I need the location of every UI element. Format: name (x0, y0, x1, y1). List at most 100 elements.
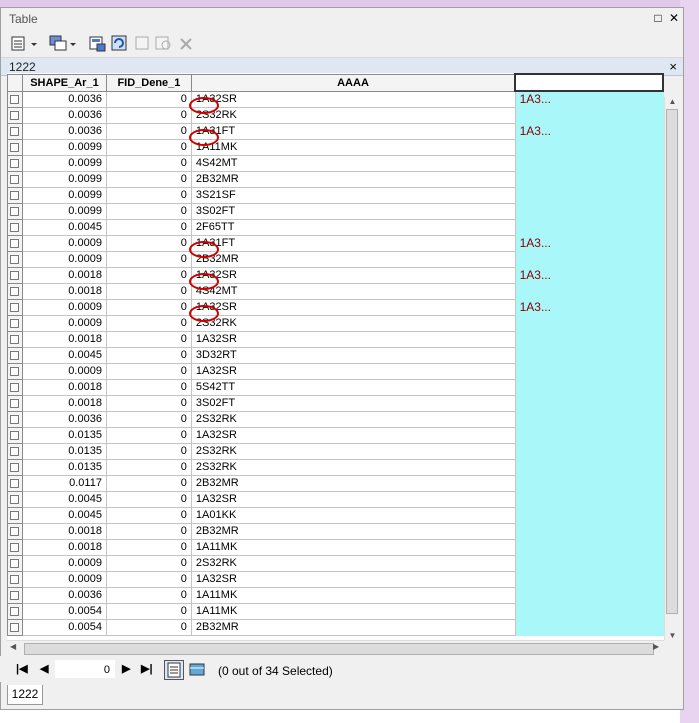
highlight-cell[interactable] (514, 410, 664, 428)
table-row[interactable]: 0.0045 0 1A01KK (7, 506, 664, 524)
table-row[interactable]: 0.0009 0 1A31FT 1A3... (7, 234, 664, 252)
table-cell[interactable]: 0 (105, 202, 192, 220)
table-cell[interactable]: 0.0009 (21, 570, 107, 588)
table-cell[interactable]: 0.0009 (21, 250, 107, 268)
table-cell[interactable]: 2S32RK (190, 442, 516, 460)
table-cell[interactable]: 0 (105, 394, 192, 412)
table-cell[interactable]: 0.0009 (21, 554, 107, 572)
table-row[interactable]: 0.0018 0 1A11MK (7, 538, 664, 556)
horizontal-scroll-thumb[interactable] (24, 643, 654, 655)
row-selector[interactable] (7, 394, 23, 412)
highlight-cell[interactable] (514, 170, 664, 188)
row-selector[interactable] (7, 314, 23, 332)
table-cell[interactable]: 1A31FT (190, 234, 516, 252)
bottom-table-tab[interactable]: 1222 (7, 685, 43, 705)
table-cell[interactable]: 0.0009 (21, 314, 107, 332)
next-record-icon[interactable]: ▶ (122, 662, 130, 675)
table-cell[interactable]: 0 (105, 330, 192, 348)
table-cell[interactable]: 0.0009 (21, 362, 107, 380)
table-cell[interactable]: 0 (105, 282, 192, 300)
table-row[interactable]: 0.0009 0 1A32SR (7, 570, 664, 588)
table-row[interactable]: 0.0117 0 2B32MR (7, 474, 664, 492)
table-cell[interactable]: 0 (105, 586, 192, 604)
table-cell[interactable]: 0 (105, 314, 192, 332)
table-cell[interactable]: 0.0099 (21, 186, 107, 204)
table-cell[interactable]: 1A11MK (190, 586, 516, 604)
table-cell[interactable]: 0.0117 (21, 474, 107, 492)
scroll-left-icon[interactable]: ◀ (10, 642, 16, 651)
table-cell[interactable]: 0 (105, 90, 192, 108)
table-cell[interactable]: 0 (105, 234, 192, 252)
table-cell[interactable]: 0 (105, 506, 192, 524)
table-cell[interactable]: 0.0099 (21, 154, 107, 172)
window-close-icon[interactable]: ✕ (667, 11, 681, 25)
previous-record-icon[interactable]: ◀ (40, 662, 48, 675)
table-cell[interactable]: 2B32MR (190, 522, 516, 540)
row-selector[interactable] (7, 522, 23, 540)
row-selector[interactable] (7, 90, 23, 108)
tab-close-icon[interactable]: × (669, 59, 677, 74)
highlight-cell[interactable] (514, 394, 664, 412)
table-row[interactable]: 0.0018 0 5S42TT (7, 378, 664, 396)
table-cell[interactable]: 0.0045 (21, 346, 107, 364)
row-selector[interactable] (7, 618, 23, 636)
table-tab-name[interactable]: 1222 (9, 60, 36, 74)
table-cell[interactable]: 0 (105, 442, 192, 460)
current-record-field[interactable]: 0 (55, 660, 115, 678)
table-cell[interactable]: 0 (105, 298, 192, 316)
table-row[interactable]: 0.0099 0 3S21SF (7, 186, 664, 204)
highlight-cell[interactable] (514, 602, 664, 620)
table-cell[interactable]: 0.0099 (21, 202, 107, 220)
delete-selected-icon[interactable] (179, 35, 193, 53)
row-selector[interactable] (7, 282, 23, 300)
table-row[interactable]: 0.0009 0 1A32SR (7, 362, 664, 380)
table-row[interactable]: 0.0036 0 2S32RK (7, 410, 664, 428)
show-all-records-icon[interactable] (164, 660, 184, 680)
table-cell[interactable]: 0 (105, 522, 192, 540)
highlight-cell[interactable] (514, 522, 664, 540)
show-selected-records-icon[interactable] (187, 660, 207, 680)
row-selector[interactable] (7, 570, 23, 588)
row-selector[interactable] (7, 250, 23, 268)
row-selector[interactable] (7, 378, 23, 396)
table-cell[interactable]: 2B32MR (190, 618, 516, 636)
related-tables-icon[interactable] (49, 35, 79, 53)
table-row[interactable]: 0.0036 0 1A11MK (7, 586, 664, 604)
highlight-cell[interactable] (514, 442, 664, 460)
row-selector[interactable] (7, 186, 23, 204)
table-cell[interactable]: 1A32SR (190, 426, 516, 444)
table-row[interactable]: 0.0054 0 2B32MR (7, 618, 664, 636)
table-cell[interactable]: 5S42TT (190, 378, 516, 396)
table-cell[interactable]: 0 (105, 378, 192, 396)
table-cell[interactable]: 0.0018 (21, 266, 107, 284)
table-cell[interactable]: 0.0009 (21, 234, 107, 252)
table-cell[interactable]: 0 (105, 154, 192, 172)
vertical-scrollbar[interactable]: ▲ ▼ (664, 97, 679, 640)
table-row[interactable]: 0.0036 0 1A32SR 1A3... (7, 90, 664, 108)
row-selector[interactable] (7, 330, 23, 348)
row-selector[interactable] (7, 362, 23, 380)
scroll-up-icon[interactable]: ▲ (665, 97, 680, 106)
row-selector[interactable] (7, 442, 23, 460)
table-cell[interactable]: 0 (105, 426, 192, 444)
highlight-cell[interactable] (514, 346, 664, 364)
table-cell[interactable]: 1A31FT (190, 122, 516, 140)
table-cell[interactable]: 0 (105, 346, 192, 364)
scroll-right-icon[interactable]: ▶ (653, 642, 659, 651)
table-cell[interactable]: 1A32SR (190, 298, 516, 316)
table-cell[interactable]: 1A32SR (190, 570, 516, 588)
table-cell[interactable]: 1A32SR (190, 330, 516, 348)
table-cell[interactable]: 2B32MR (190, 250, 516, 268)
table-row[interactable]: 0.0045 0 1A32SR (7, 490, 664, 508)
select-by-attributes-icon[interactable] (89, 35, 107, 53)
row-selector[interactable] (7, 106, 23, 124)
row-selector[interactable] (7, 426, 23, 444)
highlight-cell[interactable] (514, 314, 664, 332)
row-selector[interactable] (7, 234, 23, 252)
table-cell[interactable]: 0 (105, 362, 192, 380)
row-selector[interactable] (7, 506, 23, 524)
table-cell[interactable]: 1A32SR (190, 90, 516, 108)
window-min-icon[interactable]: □ (651, 11, 665, 25)
highlight-cell[interactable]: 1A3... (514, 234, 664, 252)
table-cell[interactable]: 0.0045 (21, 506, 107, 524)
